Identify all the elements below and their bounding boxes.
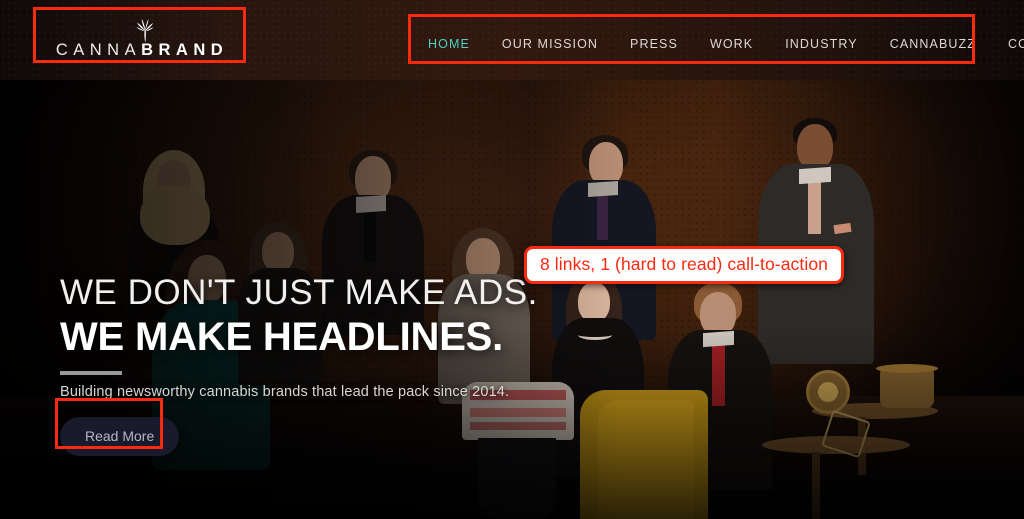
logo-text-light: CANNA [55, 40, 142, 59]
page-root: WE DON'T JUST MAKE ADS. WE MAKE HEADLINE… [0, 0, 1024, 519]
nav-link-work[interactable]: WORK [694, 33, 769, 55]
cannabis-leaf-icon [136, 18, 154, 42]
nav-link-cannabuzz[interactable]: CANNABUZZ [874, 33, 992, 55]
nav-link-press[interactable]: PRESS [614, 33, 694, 55]
nav-link-our-mission[interactable]: OUR MISSION [486, 33, 614, 55]
nav-link-industry[interactable]: INDUSTRY [769, 33, 873, 55]
read-more-button[interactable]: Read More [60, 416, 180, 456]
headline-divider-rule [60, 370, 122, 375]
hero-headline-line2: WE MAKE HEADLINES. [60, 314, 504, 359]
nav-link-home[interactable]: HOME [412, 33, 486, 55]
site-logo[interactable]: CANNABRAND [52, 18, 232, 61]
annotation-callout-label: 8 links, 1 (hard to read) call-to-action [524, 246, 845, 284]
logo-wordmark: CANNABRAND [55, 40, 229, 61]
hero-copy-block: WE DON'T JUST MAKE ADS. WE MAKE HEADLINE… [60, 274, 620, 456]
main-navigation: HOME OUR MISSION PRESS WORK INDUSTRY CAN… [412, 33, 1024, 55]
site-header: CANNABRAND HOME OUR MISSION PRESS WORK I… [0, 0, 1024, 80]
hero-subheadline: Building newsworthy cannabis brands that… [60, 383, 510, 400]
cta-container: Read More [60, 416, 620, 456]
logo-text-bold: BRAND [141, 40, 229, 59]
nav-link-contact[interactable]: CONTACT [992, 33, 1024, 55]
